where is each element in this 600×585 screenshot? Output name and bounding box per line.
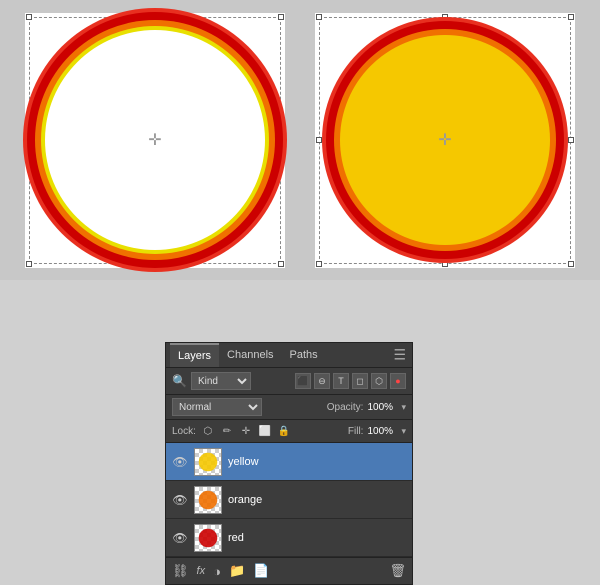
canvas-panel-right: ✛: [315, 13, 575, 268]
handle-ml: [26, 137, 32, 143]
crosshair-left: ✛: [148, 130, 161, 150]
lock-position-icon[interactable]: ✛: [238, 423, 254, 439]
fill-label: Fill:: [348, 426, 364, 437]
handle-tm-r: [442, 14, 448, 20]
layer-thumb-red: [194, 524, 222, 552]
lock-all-icon[interactable]: 🔒: [276, 423, 292, 439]
lock-icons: ⬡ ✏ ✛ ⬜ 🔒: [200, 423, 292, 439]
delete-icon[interactable]: 🗑: [389, 563, 406, 579]
eye-icon-red[interactable]: 👁: [172, 531, 188, 545]
fx-icon[interactable]: fx: [197, 565, 206, 577]
lock-label: Lock:: [172, 426, 196, 437]
link-icon[interactable]: ⛓: [172, 563, 189, 579]
thumb-svg-red: [195, 525, 221, 551]
fill-value: 100%: [367, 426, 397, 437]
layer-name-orange: orange: [228, 494, 406, 506]
tab-layers[interactable]: Layers: [170, 343, 219, 367]
blend-row: Normal Opacity: 100% ▾: [166, 395, 412, 420]
handle-bl-r: [316, 261, 322, 267]
folder-icon[interactable]: 📁: [229, 563, 245, 579]
handle-bl: [26, 261, 32, 267]
kind-select[interactable]: Kind: [191, 372, 251, 390]
handle-br: [278, 261, 284, 267]
filter-toggle-icon[interactable]: ●: [390, 373, 406, 389]
crosshair-right: ✛: [438, 130, 451, 150]
filter-shape-icon[interactable]: ◻: [352, 373, 368, 389]
layer-name-yellow: yellow: [228, 456, 406, 468]
handle-mr-r: [568, 137, 574, 143]
eye-icon-orange[interactable]: 👁: [172, 493, 188, 507]
handle-tl: [26, 14, 32, 20]
opacity-label: Opacity:: [327, 402, 364, 413]
layer-thumb-yellow: [194, 448, 222, 476]
opacity-value: 100%: [367, 402, 397, 413]
panel-search-row: 🔍 Kind ⬛ ⊖ T ◻ ⬡ ●: [166, 368, 412, 395]
lock-row: Lock: ⬡ ✏ ✛ ⬜ 🔒 Fill: 100% ▾: [166, 420, 412, 443]
opacity-arrow[interactable]: ▾: [401, 402, 406, 413]
layer-item-red[interactable]: 👁 red: [166, 519, 412, 557]
filter-pixel-icon[interactable]: ⬛: [295, 373, 311, 389]
handle-br-r: [568, 261, 574, 267]
panel-footer: ⛓ fx ◑ 📁 📄 🗑: [166, 557, 412, 584]
new-layer-icon[interactable]: 📄: [253, 563, 269, 579]
filter-icons: ⬛ ⊖ T ◻ ⬡ ●: [295, 373, 406, 389]
handle-mr: [278, 137, 284, 143]
handle-ml-r: [316, 137, 322, 143]
layer-name-red: red: [228, 532, 406, 544]
fill-arrow[interactable]: ▾: [401, 426, 406, 437]
lock-transparent-icon[interactable]: ⬡: [200, 423, 216, 439]
adjustment-icon[interactable]: ◑: [213, 564, 221, 579]
blend-mode-select[interactable]: Normal: [172, 398, 262, 416]
thumb-svg-yellow: [195, 449, 221, 475]
layer-item-yellow[interactable]: 👁 yellow: [166, 443, 412, 481]
panel-menu-icon[interactable]: ☰: [393, 347, 406, 364]
search-icon: 🔍: [172, 374, 187, 388]
lock-pixels-icon[interactable]: ✏: [219, 423, 235, 439]
handle-tr: [278, 14, 284, 20]
handle-bm: [152, 261, 158, 267]
eye-icon-yellow[interactable]: 👁: [172, 455, 188, 469]
handle-tm: [152, 14, 158, 20]
layers-list: 👁 yellow 👁 orange 👁: [166, 443, 412, 557]
canvas-area: ✛ ✛: [0, 0, 600, 280]
tab-paths[interactable]: Paths: [282, 344, 326, 366]
layers-panel: Layers Channels Paths ☰ 🔍 Kind ⬛ ⊖ T ◻ ⬡…: [165, 342, 413, 585]
filter-adjust-icon[interactable]: ⊖: [314, 373, 330, 389]
filter-type-icon[interactable]: T: [333, 373, 349, 389]
panel-tabs: Layers Channels Paths ☰: [166, 343, 412, 368]
lock-artboard-icon[interactable]: ⬜: [257, 423, 273, 439]
layer-thumb-orange: [194, 486, 222, 514]
handle-bm-r: [442, 261, 448, 267]
handle-tr-r: [568, 14, 574, 20]
filter-smart-icon[interactable]: ⬡: [371, 373, 387, 389]
layer-item-orange[interactable]: 👁 orange: [166, 481, 412, 519]
thumb-svg-orange: [195, 487, 221, 513]
ring-left-container: ✛: [45, 30, 265, 250]
ring-right-container: ✛: [340, 35, 550, 245]
tab-channels[interactable]: Channels: [219, 344, 281, 366]
canvas-panel-left: ✛: [25, 13, 285, 268]
handle-tl-r: [316, 14, 322, 20]
